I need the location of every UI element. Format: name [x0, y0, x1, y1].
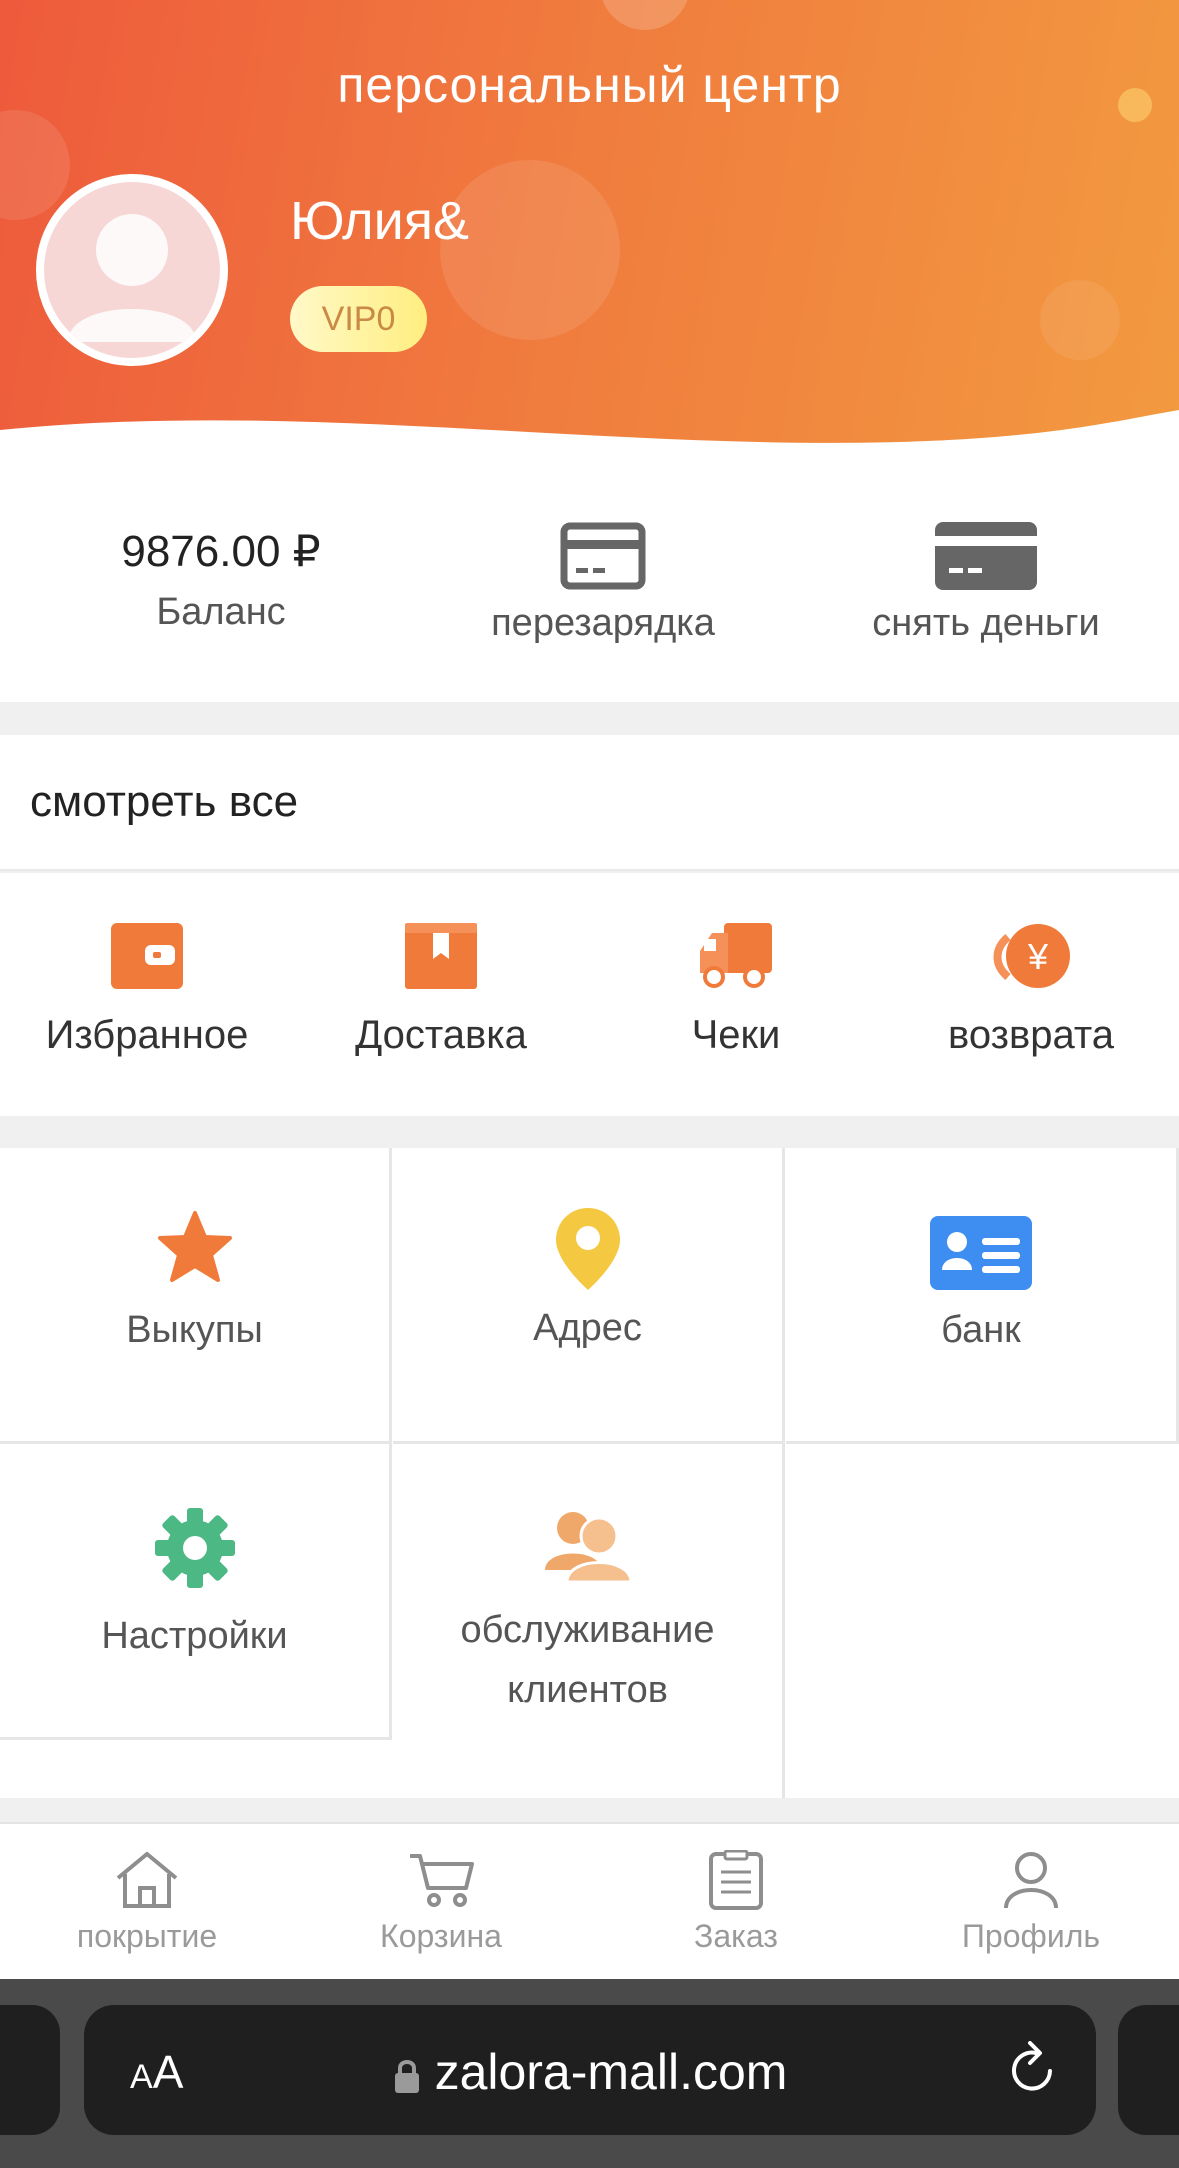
svg-text:¥: ¥ [1027, 936, 1049, 977]
tab-profile[interactable]: Профиль [884, 1824, 1178, 1981]
order-receipts[interactable]: Чеки [589, 873, 883, 1116]
reload-icon[interactable] [1006, 2041, 1058, 2097]
order-returns[interactable]: ¥ возврата [884, 873, 1178, 1116]
vip-badge: VIP0 [290, 286, 427, 352]
url-text: zalora-mall.com [434, 2044, 788, 2100]
credit-card-filled-icon [935, 522, 1037, 590]
star-icon [157, 1211, 232, 1282]
withdraw-button[interactable]: снять деньги [823, 470, 1149, 702]
previous-tab-edge[interactable] [0, 2005, 60, 2135]
order-favorites[interactable]: Избранное [0, 873, 294, 1116]
grid-redemptions-label: Выкупы [126, 1309, 263, 1351]
grid-settings[interactable]: Настройки [0, 1444, 392, 1740]
recharge-button[interactable]: перезарядка [442, 470, 764, 702]
cart-icon [410, 1854, 474, 1907]
grid-customer-service-label-2: клиентов [507, 1669, 668, 1711]
tab-profile-label: Профиль [961, 1918, 1101, 1954]
page-title: персональный центр [337, 57, 842, 113]
order-delivery[interactable]: Доставка [294, 873, 588, 1116]
tab-orders-label: Заказ [694, 1918, 778, 1954]
browser-toolbar: AA zalora-mall.com [0, 1979, 1179, 2168]
customer-service-icon [544, 1512, 633, 1582]
balance-stat[interactable]: 9876.00 ₽ Баланс [60, 470, 382, 702]
grid-customer-service-label-1: обслуживание [460, 1609, 715, 1651]
location-pin-icon [555, 1208, 620, 1290]
tab-home[interactable]: покрытие [0, 1824, 294, 1981]
avatar-placeholder-icon [68, 214, 196, 342]
profile-header: персональный центр Юлия& VIP0 [0, 0, 1179, 470]
recharge-label: перезарядка [491, 602, 715, 644]
tab-cart-label: Корзина [380, 1918, 502, 1954]
balance-value: 9876.00 ₽ [121, 527, 321, 576]
user-icon [1004, 1852, 1058, 1909]
lock-icon [394, 2059, 419, 2093]
id-card-icon [930, 1216, 1032, 1290]
address-bar[interactable]: AA zalora-mall.com [84, 2005, 1096, 2135]
orders-view-all[interactable]: смотреть все [0, 735, 1179, 871]
orders-row: Избранное Доставка Чеки ¥ возврата [0, 873, 1179, 1116]
wallet-icon [111, 923, 183, 989]
order-receipts-label: Чеки [691, 1013, 781, 1057]
grid-bank[interactable]: банк [786, 1148, 1179, 1444]
withdraw-label: снять деньги [872, 602, 1100, 644]
order-delivery-label: Доставка [355, 1013, 527, 1057]
home-icon [116, 1852, 178, 1908]
order-returns-label: возврата [948, 1013, 1114, 1057]
gear-icon [154, 1508, 235, 1588]
header-wave [0, 410, 1179, 470]
url-display[interactable]: zalora-mall.com [84, 2043, 1096, 2101]
order-favorites-label: Избранное [45, 1013, 249, 1057]
tab-orders[interactable]: Заказ [589, 1824, 883, 1981]
username: Юлия& [290, 191, 470, 251]
grid-customer-service[interactable]: обслуживание клиентов [393, 1444, 785, 1798]
grid-address-label: Адрес [533, 1307, 642, 1349]
account-stats: 9876.00 ₽ Баланс перезарядка снять деньг… [0, 470, 1179, 702]
grid-settings-label: Настройки [101, 1615, 288, 1657]
grid-redemptions[interactable]: Выкупы [0, 1148, 392, 1444]
refund-yen-icon: ¥ [993, 924, 1070, 988]
grid-address[interactable]: Адрес [393, 1148, 785, 1444]
clipboard-icon [709, 1850, 763, 1910]
next-tab-edge[interactable] [1118, 2005, 1179, 2135]
balance-label: Баланс [156, 591, 286, 633]
box-icon [405, 923, 477, 989]
services-grid: Выкупы Адрес банк Настройки обслуживание… [0, 1148, 1179, 1798]
grid-bank-label: банк [941, 1309, 1021, 1351]
bottom-tab-bar: покрытие Корзина Заказ Профиль [0, 1822, 1179, 1979]
credit-card-outline-icon [560, 522, 646, 590]
grid-empty-cell [786, 1444, 1179, 1798]
tab-home-label: покрытие [76, 1918, 218, 1954]
tab-cart[interactable]: Корзина [294, 1824, 588, 1981]
view-all-label: смотреть все [30, 777, 299, 826]
avatar[interactable] [36, 174, 228, 366]
truck-icon [700, 923, 772, 988]
